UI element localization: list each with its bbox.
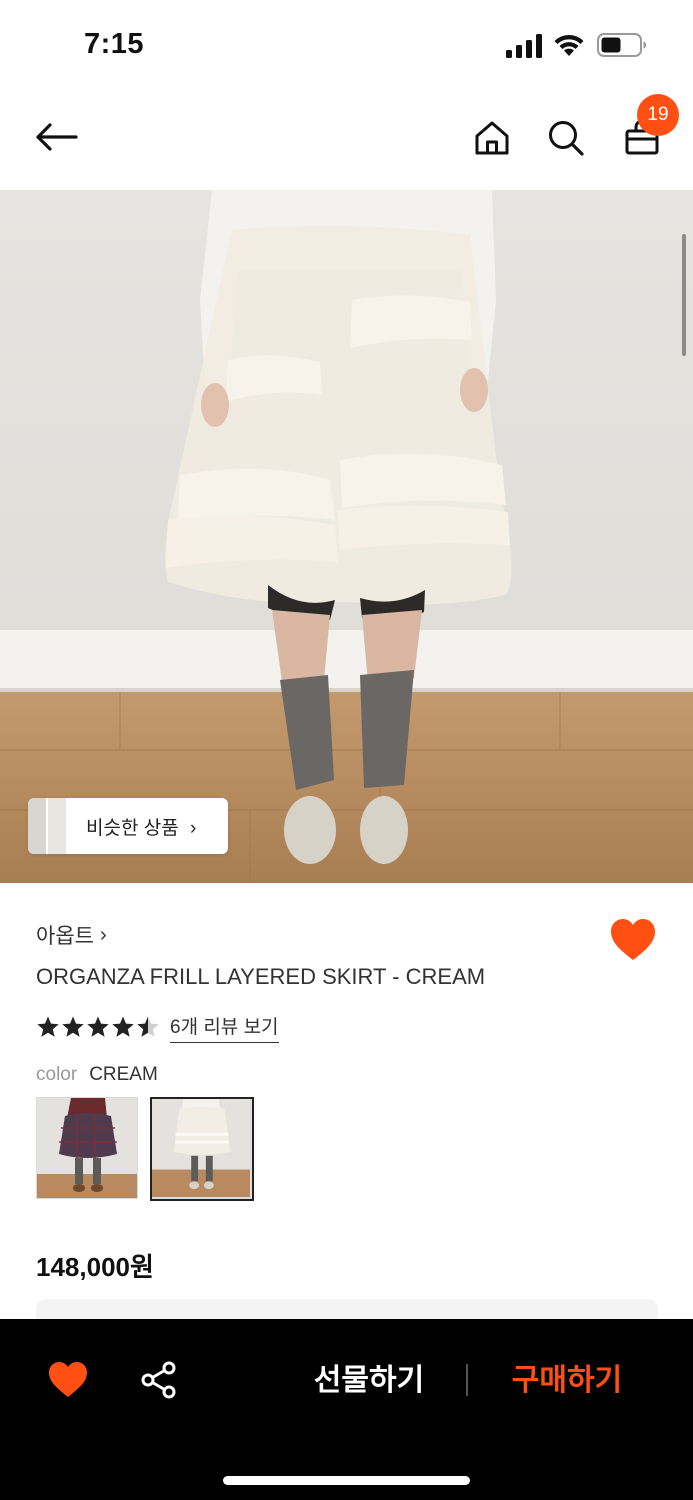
- swatch-plaid-image: [37, 1098, 137, 1198]
- half-star-icon: [137, 1016, 159, 1037]
- brand-link[interactable]: 아옵트 ›: [36, 920, 107, 950]
- product-price: 148,000원: [36, 1252, 154, 1282]
- home-icon: [475, 121, 509, 155]
- review-link[interactable]: 6개 리뷰 보기: [170, 1012, 279, 1043]
- share-icon[interactable]: [140, 1361, 178, 1399]
- product-image[interactable]: 비슷한 상품 ›: [0, 190, 693, 883]
- chevron-right-icon: ›: [189, 818, 197, 839]
- color-swatch-cream[interactable]: [150, 1097, 254, 1201]
- star-rating: [36, 1015, 160, 1039]
- product-photo: [0, 190, 693, 883]
- color-swatch-plaid[interactable]: [36, 1097, 138, 1199]
- gift-button[interactable]: 선물하기: [300, 1359, 438, 1403]
- chevron-right-icon: ›: [99, 923, 107, 946]
- star-icon: [62, 1016, 84, 1037]
- star-icon: [112, 1016, 134, 1037]
- similar-products-text: 비슷한 상품: [86, 818, 179, 839]
- buy-button[interactable]: 구매하기: [498, 1359, 636, 1403]
- similar-products-label: 비슷한 상품 ›: [86, 813, 196, 840]
- star-icon: [87, 1016, 109, 1037]
- swatch-cream-image: [152, 1099, 250, 1197]
- status-bar: 7:15: [0, 0, 693, 90]
- option-value: CREAM: [89, 1064, 158, 1085]
- brand-name: 아옵트: [36, 925, 94, 948]
- wishlist-heart-icon[interactable]: [48, 1361, 88, 1399]
- search-button[interactable]: [540, 112, 592, 164]
- top-navigation: [0, 90, 693, 190]
- status-time: 7:15: [84, 28, 145, 60]
- back-button[interactable]: [28, 112, 84, 162]
- rating-row: 6개 리뷰 보기: [36, 1012, 279, 1043]
- wishlist-heart-button[interactable]: [610, 918, 656, 962]
- similar-product-thumbnail-2: [46, 798, 66, 854]
- option-label: color: [36, 1064, 78, 1085]
- similar-products-button[interactable]: 비슷한 상품 ›: [28, 798, 228, 854]
- wifi-icon: [554, 34, 584, 56]
- star-icon: [37, 1016, 59, 1037]
- cart-count-badge: 19: [637, 94, 679, 136]
- search-icon: [549, 121, 584, 156]
- product-title: ORGANZA FRILL LAYERED SKIRT - CREAM: [36, 964, 486, 989]
- color-option-row: color CREAM: [36, 1064, 158, 1086]
- home-button[interactable]: [466, 112, 518, 164]
- bottom-action-bar: 선물하기 구매하기: [0, 1319, 693, 1500]
- home-indicator[interactable]: [223, 1476, 470, 1485]
- battery-icon: [597, 33, 646, 57]
- cellular-signal-icon: [506, 34, 542, 58]
- arrow-left-icon: [36, 123, 78, 151]
- image-scrollbar[interactable]: [682, 234, 686, 356]
- bottom-bar-divider: [466, 1364, 468, 1396]
